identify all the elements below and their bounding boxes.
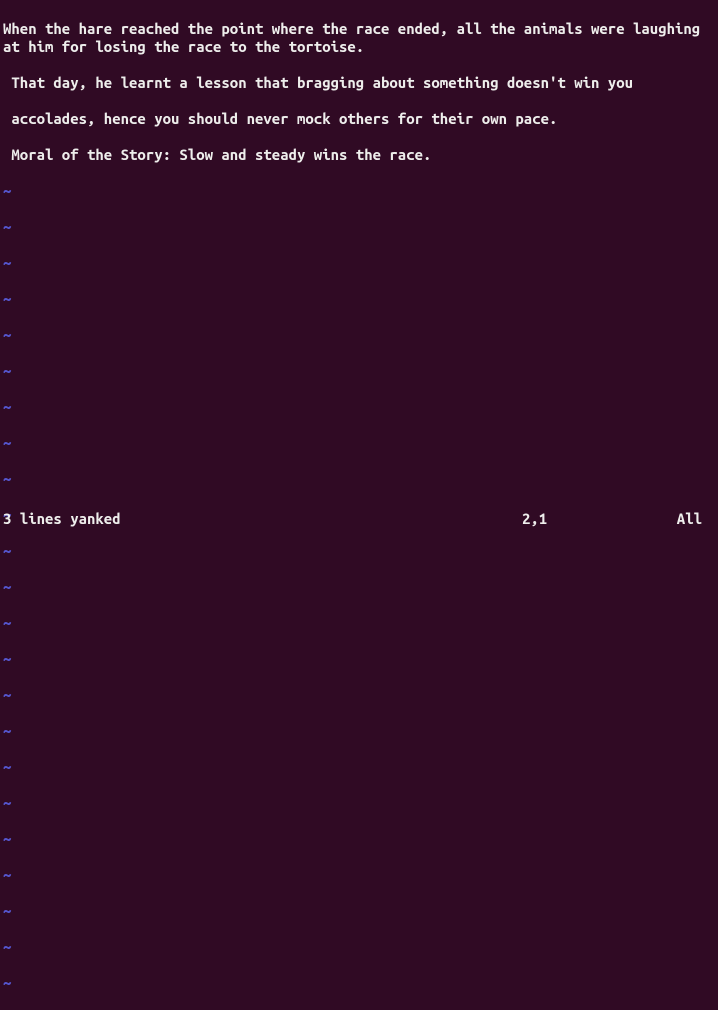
empty-line-tilde: ~ xyxy=(3,938,715,956)
empty-line-tilde: ~ xyxy=(3,218,715,236)
text-line: When the hare reached the point where th… xyxy=(3,20,715,56)
empty-line-tilde: ~ xyxy=(3,614,715,632)
empty-line-tilde: ~ xyxy=(3,398,715,416)
empty-line-tilde: ~ xyxy=(3,902,715,920)
empty-line-tilde: ~ xyxy=(3,722,715,740)
scroll-indicator: All xyxy=(677,510,702,528)
text-line: accolades, hence you should never mock o… xyxy=(3,110,715,128)
text-line: Moral of the Story: Slow and steady wins… xyxy=(3,146,715,164)
empty-line-tilde: ~ xyxy=(3,470,715,488)
empty-line-tilde: ~ xyxy=(3,578,715,596)
empty-line-tilde: ~ xyxy=(3,434,715,452)
empty-line-tilde: ~ xyxy=(3,542,715,560)
empty-line-tilde: ~ xyxy=(3,182,715,200)
cursor-position: 2,1 xyxy=(522,510,547,528)
empty-line-tilde: ~ xyxy=(3,290,715,308)
empty-line-tilde: ~ xyxy=(3,794,715,812)
status-line: 3 lines yanked 2,1 All xyxy=(0,510,718,528)
status-message: 3 lines yanked xyxy=(3,510,121,528)
empty-line-tilde: ~ xyxy=(3,326,715,344)
empty-line-tilde: ~ xyxy=(3,254,715,272)
empty-line-tilde: ~ xyxy=(3,686,715,704)
empty-line-tilde: ~ xyxy=(3,974,715,992)
empty-line-tilde: ~ xyxy=(3,362,715,380)
empty-line-tilde: ~ xyxy=(3,866,715,884)
text-line: That day, he learnt a lesson that braggi… xyxy=(3,74,715,92)
empty-line-tilde: ~ xyxy=(3,758,715,776)
editor-buffer[interactable]: When the hare reached the point where th… xyxy=(0,0,718,1010)
empty-line-tilde: ~ xyxy=(3,830,715,848)
empty-line-tilde: ~ xyxy=(3,650,715,668)
